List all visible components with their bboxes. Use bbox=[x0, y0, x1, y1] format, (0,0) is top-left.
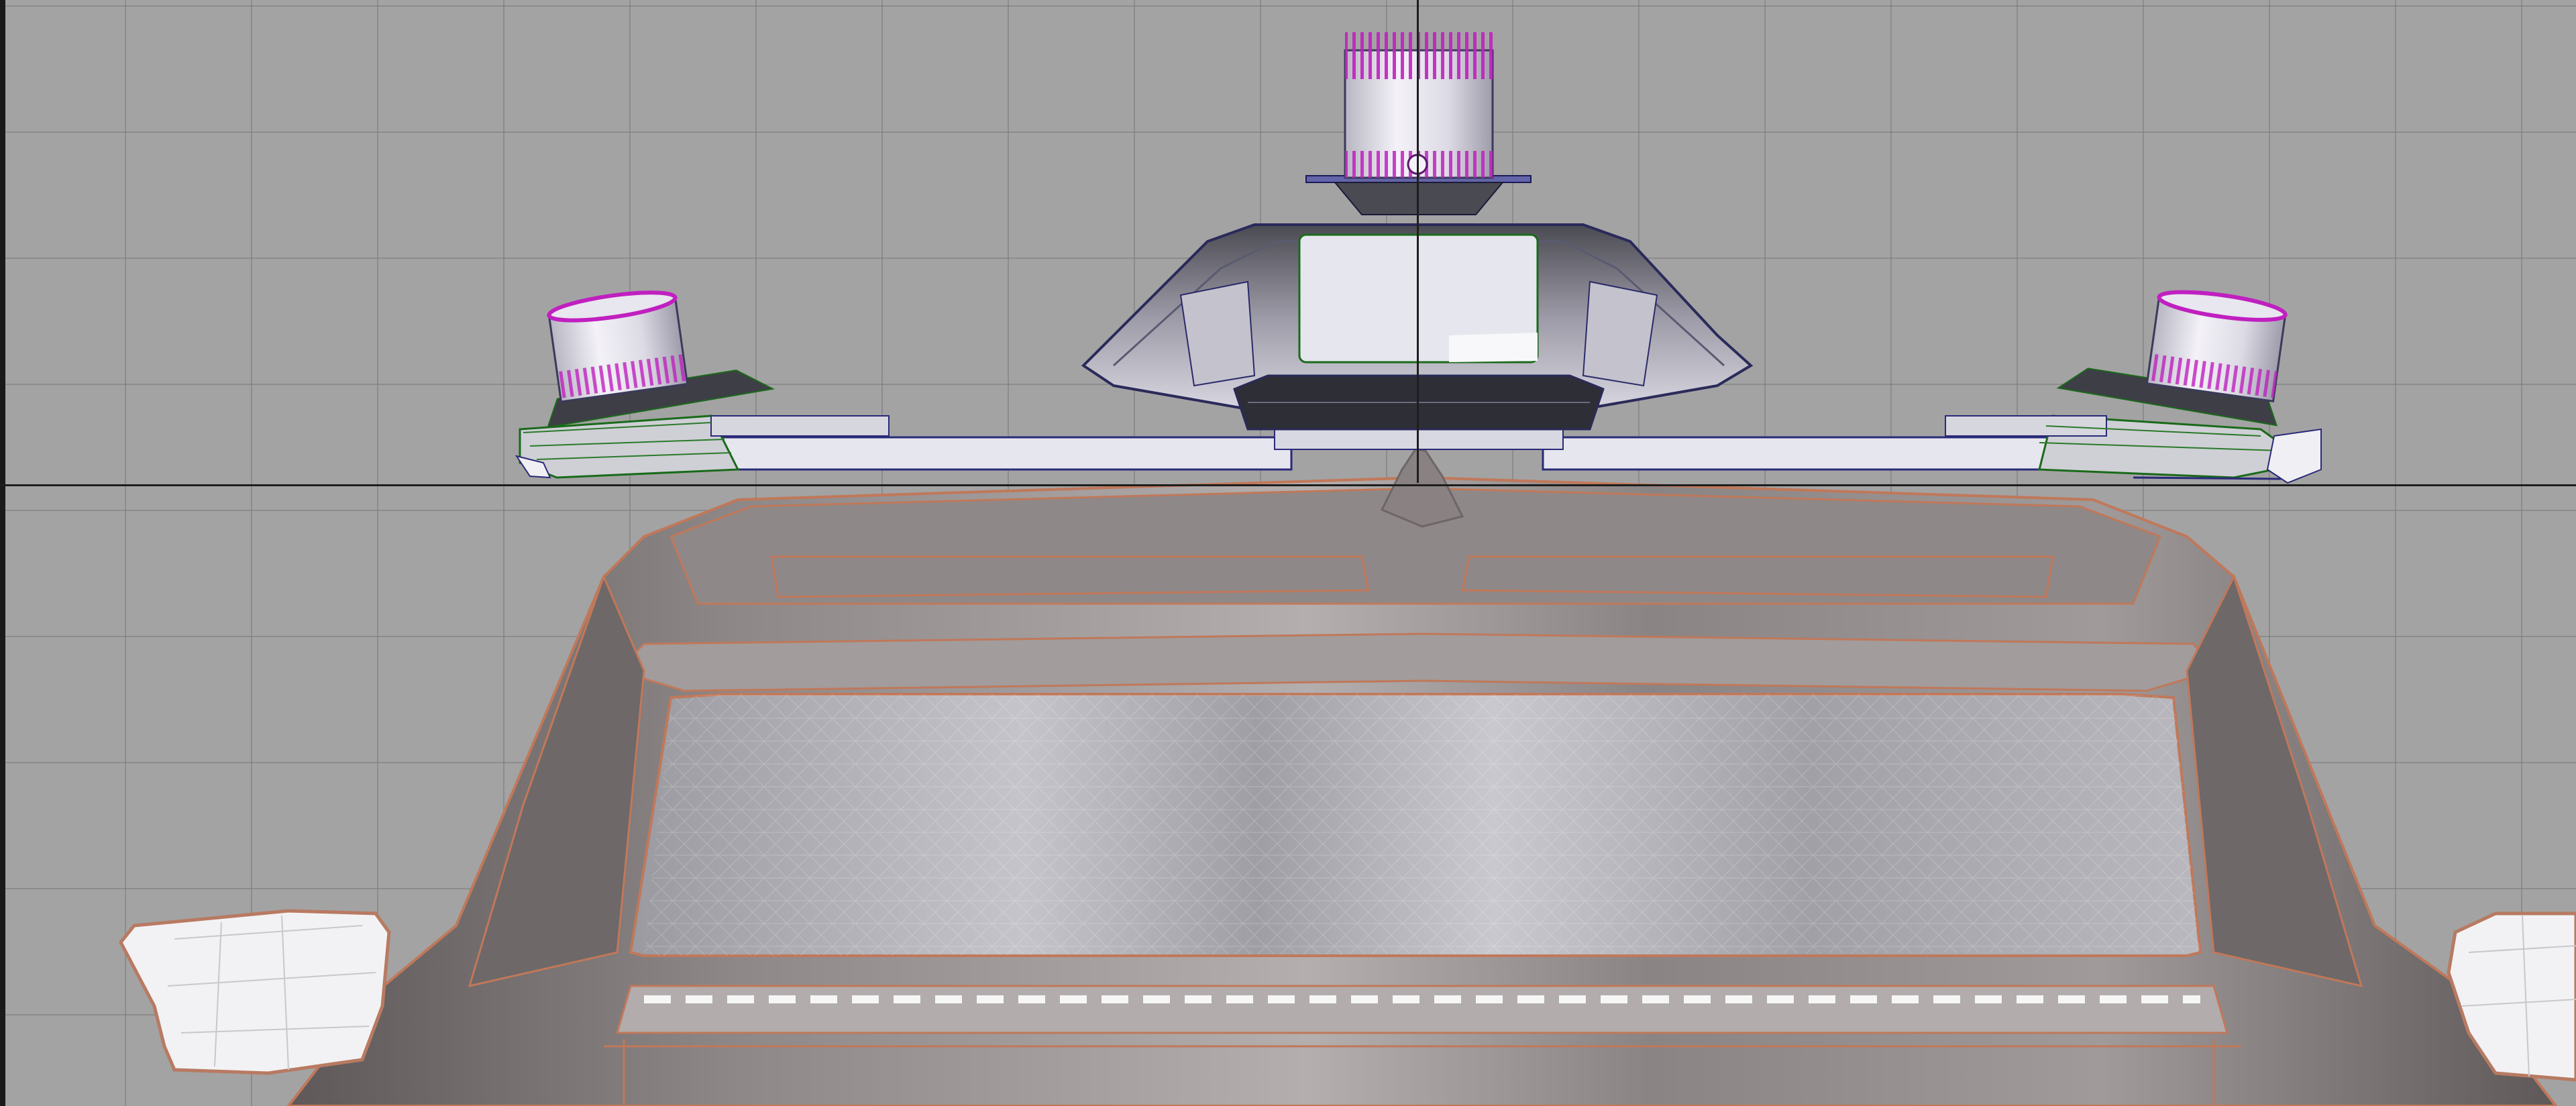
scene[interactable] bbox=[0, 0, 2576, 1106]
left-lidar[interactable] bbox=[531, 275, 775, 429]
left-mirror[interactable] bbox=[119, 909, 391, 1075]
vehicle-body[interactable] bbox=[286, 476, 2558, 1106]
world-z-axis bbox=[1417, 0, 1419, 483]
right-lidar[interactable] bbox=[2056, 274, 2294, 427]
3d-viewport[interactable] bbox=[0, 0, 2576, 1106]
world-x-axis bbox=[0, 484, 2576, 486]
